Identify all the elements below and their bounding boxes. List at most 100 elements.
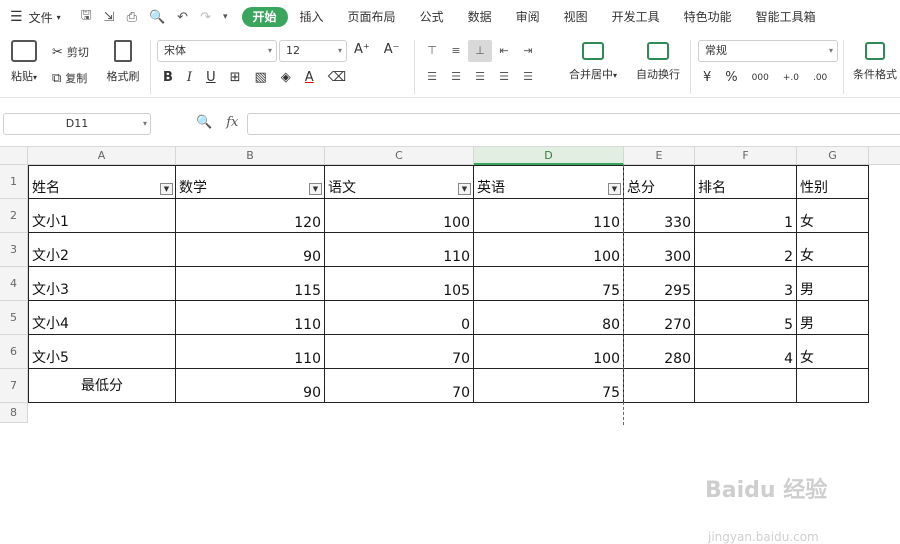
increase-decimal-icon[interactable]: +.0 <box>783 73 799 83</box>
footer-cell[interactable] <box>624 369 695 403</box>
data-cell[interactable]: 1 <box>695 199 797 233</box>
increase-font-icon[interactable]: A⁺ <box>354 42 370 57</box>
column-header-e[interactable]: E <box>624 147 695 165</box>
tab-insert[interactable]: 插入 <box>288 7 336 27</box>
data-cell[interactable]: 110 <box>325 233 474 267</box>
footer-cell[interactable]: 75 <box>474 369 624 403</box>
data-cell[interactable]: 文小1 <box>28 199 176 233</box>
header-cell[interactable]: 性别 <box>797 165 869 199</box>
data-cell[interactable]: 100 <box>474 233 624 267</box>
data-cell[interactable]: 110 <box>474 199 624 233</box>
fill-pattern-icon[interactable]: ▧ <box>254 70 266 85</box>
print-icon[interactable]: ⎙ <box>127 10 137 25</box>
format-painter-button[interactable]: 格式刷 <box>103 40 143 84</box>
tab-smart-tools[interactable]: 智能工具箱 <box>744 7 828 27</box>
thousands-icon[interactable]: 000 <box>752 73 769 83</box>
column-header-g[interactable]: G <box>797 147 869 165</box>
data-cell[interactable]: 110 <box>176 335 325 369</box>
font-name-select[interactable]: 宋体 ▾ <box>157 40 277 62</box>
data-cell[interactable]: 100 <box>325 199 474 233</box>
tab-special[interactable]: 特色功能 <box>672 7 744 27</box>
border-icon[interactable]: ⊞ <box>230 70 241 85</box>
data-cell[interactable]: 280 <box>624 335 695 369</box>
number-format-select[interactable]: 常规 ▾ <box>698 40 838 62</box>
tab-home[interactable]: 开始 <box>241 7 288 27</box>
fill-color-icon[interactable]: ◈ <box>281 70 291 85</box>
data-cell[interactable]: 115 <box>176 267 325 301</box>
increase-indent-icon[interactable]: ⇥ <box>516 40 540 62</box>
dropdown-icon[interactable]: ▾ <box>223 12 228 22</box>
cut-button[interactable]: ✂ 剪切 <box>52 44 89 60</box>
formula-input[interactable] <box>247 113 900 135</box>
align-top-icon[interactable]: ⊤ <box>420 40 444 62</box>
row-header-3[interactable]: 3 <box>0 233 28 267</box>
tab-data[interactable]: 数据 <box>456 7 504 27</box>
file-menu[interactable]: ☰ 文件 ▾ <box>0 9 61 26</box>
data-cell[interactable]: 3 <box>695 267 797 301</box>
data-cell[interactable]: 90 <box>176 233 325 267</box>
underline-icon[interactable]: U <box>206 70 216 85</box>
save-icon[interactable]: 🖫 <box>81 6 92 28</box>
data-cell[interactable]: 80 <box>474 301 624 335</box>
bold-icon[interactable]: B <box>163 70 173 85</box>
row-header-2[interactable]: 2 <box>0 199 28 233</box>
print-preview-icon[interactable]: 🔍 <box>149 10 165 25</box>
align-bottom-icon[interactable]: ⊥ <box>468 40 492 62</box>
footer-cell[interactable]: 70 <box>325 369 474 403</box>
row-header-8[interactable]: 8 <box>0 403 28 423</box>
paste-button[interactable]: 粘贴▾ <box>6 40 42 84</box>
data-cell[interactable]: 文小2 <box>28 233 176 267</box>
header-cell[interactable]: 排名 <box>695 165 797 199</box>
tab-review[interactable]: 审阅 <box>504 7 552 27</box>
column-header-c[interactable]: C <box>325 147 474 165</box>
column-header-d[interactable]: D <box>474 147 624 165</box>
tab-view[interactable]: 视图 <box>552 7 600 27</box>
column-header-h[interactable] <box>869 147 900 165</box>
data-cell[interactable]: 120 <box>176 199 325 233</box>
distribute-icon[interactable]: ☰ <box>516 66 540 88</box>
row-header-6[interactable]: 6 <box>0 335 28 369</box>
column-header-b[interactable]: B <box>176 147 325 165</box>
data-cell[interactable]: 110 <box>176 301 325 335</box>
header-cell[interactable]: 英语 ▼ <box>474 165 624 199</box>
data-cell[interactable]: 100 <box>474 335 624 369</box>
data-cell[interactable]: 330 <box>624 199 695 233</box>
tab-developer[interactable]: 开发工具 <box>600 7 672 27</box>
filter-dropdown-icon[interactable]: ▼ <box>160 183 173 195</box>
data-cell[interactable]: 2 <box>695 233 797 267</box>
row-header-1[interactable]: 1 <box>0 165 28 199</box>
data-cell[interactable]: 270 <box>624 301 695 335</box>
data-cell[interactable]: 男 <box>797 301 869 335</box>
function-icon[interactable]: fx <box>226 115 238 130</box>
currency-icon[interactable]: ¥ <box>703 70 711 85</box>
font-color-icon[interactable]: A <box>305 70 314 85</box>
conditional-format-button[interactable]: 条件格式 <box>850 42 900 82</box>
data-cell[interactable]: 文小5 <box>28 335 176 369</box>
justify-icon[interactable]: ☰ <box>492 66 516 88</box>
header-cell[interactable]: 数学 ▼ <box>176 165 325 199</box>
align-middle-icon[interactable]: ≡ <box>444 40 468 62</box>
data-cell[interactable]: 105 <box>325 267 474 301</box>
align-left-icon[interactable]: ☰ <box>420 66 444 88</box>
percent-icon[interactable]: % <box>725 70 737 85</box>
export-icon[interactable]: ⇲ <box>104 10 115 25</box>
name-box[interactable]: D11 ▾ <box>3 113 151 135</box>
data-cell[interactable]: 5 <box>695 301 797 335</box>
data-cell[interactable]: 女 <box>797 233 869 267</box>
undo-icon[interactable]: ↶ <box>177 10 188 25</box>
decrease-decimal-icon[interactable]: .00 <box>813 73 827 83</box>
footer-cell[interactable]: 90 <box>176 369 325 403</box>
eraser-icon[interactable]: ⌫ <box>328 70 346 85</box>
redo-icon[interactable]: ↷ <box>200 10 211 25</box>
select-all-corner[interactable] <box>0 147 28 165</box>
row-header-7[interactable]: 7 <box>0 369 28 403</box>
zoom-icon[interactable]: 🔍 <box>196 115 212 130</box>
align-center-icon[interactable]: ☰ <box>444 66 468 88</box>
header-cell[interactable]: 总分 <box>624 165 695 199</box>
header-cell[interactable]: 姓名 ▼ <box>28 165 176 199</box>
data-cell[interactable]: 70 <box>325 335 474 369</box>
merge-center-button[interactable]: 合并居中▾ <box>562 42 624 82</box>
font-size-select[interactable]: 12 ▾ <box>279 40 347 62</box>
footer-cell[interactable]: 最低分 <box>28 369 176 403</box>
filter-dropdown-icon[interactable]: ▼ <box>309 183 322 195</box>
